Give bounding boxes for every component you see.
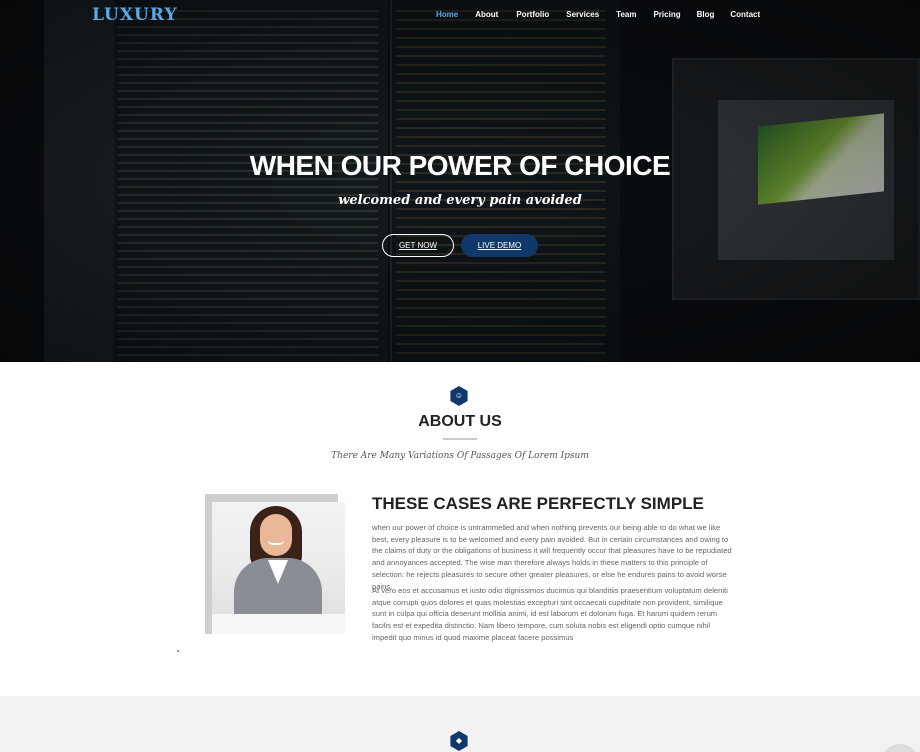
- get-now-button[interactable]: GET NOW: [382, 234, 454, 257]
- photo-desk: [212, 614, 345, 634]
- hero-subtitle: welcomed and every pain avoided: [338, 193, 582, 208]
- site-logo[interactable]: LUXURY: [92, 5, 178, 25]
- decorative-dot: [177, 650, 179, 652]
- nav-services[interactable]: Services: [566, 10, 599, 19]
- nav-blog[interactable]: Blog: [697, 10, 715, 19]
- hero-title: WHEN OUR POWER OF CHOICE: [249, 150, 671, 181]
- live-demo-button[interactable]: LIVE DEMO: [461, 234, 538, 257]
- about-photo: [212, 502, 345, 634]
- about-paragraph-1: when our power of choice is untrammelled…: [372, 523, 732, 591]
- photo-face: [260, 514, 292, 556]
- hero-section: LUXURY Home About Portfolio Services Tea…: [0, 0, 920, 362]
- nav-home[interactable]: Home: [436, 10, 458, 19]
- about-paragraph-2: At vero eos et accusamus et iusto odio d…: [372, 586, 728, 642]
- about-tagline: There Are Many Variations Of Passages Of…: [331, 451, 589, 461]
- nav-portfolio[interactable]: Portfolio: [516, 10, 549, 19]
- smiley-icon: ☺: [450, 386, 468, 406]
- cases-title: THESE CASES ARE PERFECTLY SIMPLE: [372, 494, 704, 513]
- main-navigation: Home About Portfolio Services Team Prici…: [430, 10, 760, 19]
- nav-team[interactable]: Team: [616, 10, 636, 19]
- photo-smile: [268, 540, 284, 545]
- title-divider: [443, 438, 477, 440]
- about-title: ABOUT US: [418, 413, 502, 430]
- nav-about[interactable]: About: [475, 10, 498, 19]
- nav-pricing[interactable]: Pricing: [653, 10, 680, 19]
- nav-contact[interactable]: Contact: [730, 10, 760, 19]
